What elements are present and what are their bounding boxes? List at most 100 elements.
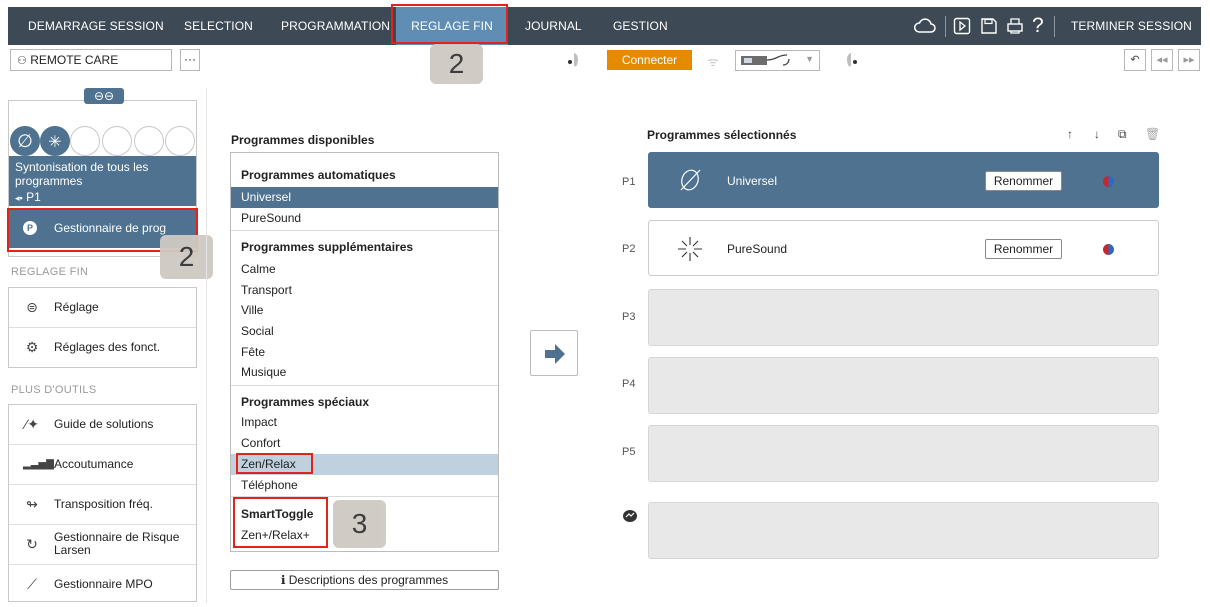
sync-all-programs[interactable]: Syntonisation de tous les programmes ◂▪ … xyxy=(9,156,196,206)
both-ears-icon xyxy=(1103,244,1114,255)
sidebar-divider xyxy=(206,88,207,603)
menu-item-label: Réglage xyxy=(54,300,99,314)
help-icon[interactable]: ? xyxy=(1032,15,1044,36)
left-hearing-aid-icon xyxy=(843,50,859,73)
program-confort[interactable]: Confort xyxy=(231,433,498,454)
group-header-extra: Programmes supplémentaires xyxy=(241,240,414,254)
programming-device-select[interactable]: ▼ xyxy=(735,50,820,71)
program-circle-empty[interactable] xyxy=(70,126,100,156)
selected-programs-title: Programmes sélectionnés xyxy=(647,128,797,142)
available-programs-title: Programmes disponibles xyxy=(231,133,375,147)
remote-care-label: REMOTE CARE xyxy=(30,53,119,67)
tab-demarrage-session[interactable]: DEMARRAGE SESSION xyxy=(28,7,164,45)
sync-program-label: P1 xyxy=(26,190,41,204)
mpo-icon: ⟋ xyxy=(27,576,37,592)
program-slot-smarttoggle[interactable] xyxy=(648,502,1159,559)
program-universel[interactable]: Universel xyxy=(231,187,498,208)
cloud-icon[interactable] xyxy=(913,17,937,39)
program-circle-empty[interactable] xyxy=(102,126,132,156)
program-circle-universel[interactable]: ∅ xyxy=(10,126,40,156)
sparkle-icon xyxy=(678,237,702,261)
program-slot-p1[interactable]: Universel Renommer xyxy=(648,152,1159,208)
gear-icon: ⚙ xyxy=(25,339,39,355)
program-ville[interactable]: Ville xyxy=(231,300,498,321)
reglage-fin-header: REGLAGE FIN xyxy=(11,266,89,278)
slot-label-p1: P1 xyxy=(622,176,636,188)
menu-item-reglages-fonct[interactable]: ⚙ Réglages des fonct. xyxy=(9,328,196,368)
smarttoggle-slot-icon xyxy=(623,510,637,525)
connect-button[interactable]: Connecter xyxy=(607,50,692,70)
arrow-right-icon xyxy=(545,344,565,364)
group-header-special: Programmes spéciaux xyxy=(241,395,370,409)
both-ears-icon xyxy=(1103,176,1114,187)
tab-selection[interactable]: SELECTION xyxy=(184,7,253,45)
copy-icon[interactable]: ⧉ xyxy=(1118,127,1127,142)
menu-item-label: Réglages des fonct. xyxy=(54,340,161,354)
program-slot-p5[interactable] xyxy=(648,425,1159,482)
undo-button[interactable]: ↶ xyxy=(1124,49,1146,71)
menu-item-mpo[interactable]: ⟋ Gestionnaire MPO xyxy=(9,565,196,605)
program-telephone[interactable]: Téléphone xyxy=(231,475,498,496)
add-program-button[interactable] xyxy=(530,330,578,376)
menu-item-reglage[interactable]: ⊜ Réglage xyxy=(9,288,196,328)
program-calme[interactable]: Calme xyxy=(231,259,498,280)
magic-wand-icon: ⁄✦ xyxy=(24,416,40,432)
rename-button[interactable]: Renommer xyxy=(985,171,1062,191)
menu-item-label: Guide de solutions xyxy=(54,417,154,431)
menu-item-label: Transposition fréq. xyxy=(54,497,153,511)
remote-care-field[interactable]: ⚇ REMOTE CARE xyxy=(10,49,172,71)
tab-programmation[interactable]: PROGRAMMATION xyxy=(281,7,390,45)
tab-journal[interactable]: JOURNAL xyxy=(525,7,582,45)
toolbar-separator xyxy=(1054,16,1055,37)
previous-button[interactable]: ◂◂ xyxy=(1151,49,1173,71)
program-puresound[interactable]: PureSound xyxy=(231,208,498,229)
tools-header: PLUS D'OUTILS xyxy=(11,384,97,396)
step-badge-nav: 2 xyxy=(430,44,483,84)
move-down-icon[interactable]: ↓ xyxy=(1094,127,1100,141)
more-button[interactable]: ··· xyxy=(180,49,200,71)
tab-gestion[interactable]: GESTION xyxy=(613,7,668,45)
program-descriptions-button[interactable]: ℹ Descriptions des programmes xyxy=(230,570,499,590)
right-hearing-aid-icon xyxy=(566,50,582,73)
wireless-icon: ᯤ xyxy=(707,54,719,69)
program-fete[interactable]: Fête xyxy=(231,342,498,363)
next-button[interactable]: ▸▸ xyxy=(1178,49,1200,71)
play-icon[interactable] xyxy=(953,17,971,39)
menu-item-accoutumance[interactable]: ▂▃▅▇ Accoutumance xyxy=(9,445,196,485)
skip-back-icon: ◂◂ xyxy=(1156,54,1168,66)
menu-item-label: Gestionnaire MPO xyxy=(54,577,153,591)
sparkle-icon: ✳ xyxy=(48,134,62,151)
top-nav: DEMARRAGE SESSION SELECTION PROGRAMMATIO… xyxy=(8,7,1201,45)
link-icon: ⊖⊖ xyxy=(93,89,115,103)
program-social[interactable]: Social xyxy=(231,321,498,342)
available-programs-list: Programmes automatiques Universel PureSo… xyxy=(230,152,499,552)
rename-button[interactable]: Renommer xyxy=(985,239,1062,259)
program-circle-puresound[interactable]: ✳ xyxy=(40,126,70,156)
menu-item-larsen[interactable]: ↻ Gestionnaire de Risque Larsen xyxy=(9,525,196,565)
undo-icon: ↶ xyxy=(1130,54,1140,66)
program-slot-p3[interactable] xyxy=(648,289,1159,346)
program-slot-p4[interactable] xyxy=(648,357,1159,414)
program-musique[interactable]: Musique xyxy=(231,362,498,383)
program-transport[interactable]: Transport xyxy=(231,280,498,301)
save-icon[interactable] xyxy=(980,17,998,39)
sync-label-2: programmes xyxy=(15,174,83,188)
move-up-icon[interactable]: ↑ xyxy=(1067,127,1073,141)
link-sides-button[interactable]: ⊖⊖ xyxy=(84,88,124,104)
end-session-button[interactable]: TERMINER SESSION xyxy=(1071,7,1192,45)
menu-item-transposition[interactable]: ↬ Transposition fréq. xyxy=(9,485,196,525)
slot-label-p3: P3 xyxy=(622,311,636,323)
program-circle-empty[interactable] xyxy=(165,126,195,156)
print-icon[interactable] xyxy=(1006,17,1024,39)
universal-icon: ∅ xyxy=(17,131,33,151)
program-circle-empty[interactable] xyxy=(134,126,164,156)
delete-icon[interactable]: 🗑 xyxy=(1145,127,1160,141)
program-impact[interactable]: Impact xyxy=(231,412,498,433)
menu-item-label: Gestionnaire de Risque Larsen xyxy=(54,530,180,557)
menu-item-guide[interactable]: ⁄✦ Guide de solutions xyxy=(9,405,196,445)
tools-menu: ⁄✦ Guide de solutions ▂▃▅▇ Accoutumance … xyxy=(8,404,197,602)
info-icon: ℹ xyxy=(280,573,286,587)
slot-label-p5: P5 xyxy=(622,446,636,458)
group-header-auto: Programmes automatiques xyxy=(241,168,396,182)
program-slot-p2[interactable]: PureSound Renommer xyxy=(648,220,1159,276)
